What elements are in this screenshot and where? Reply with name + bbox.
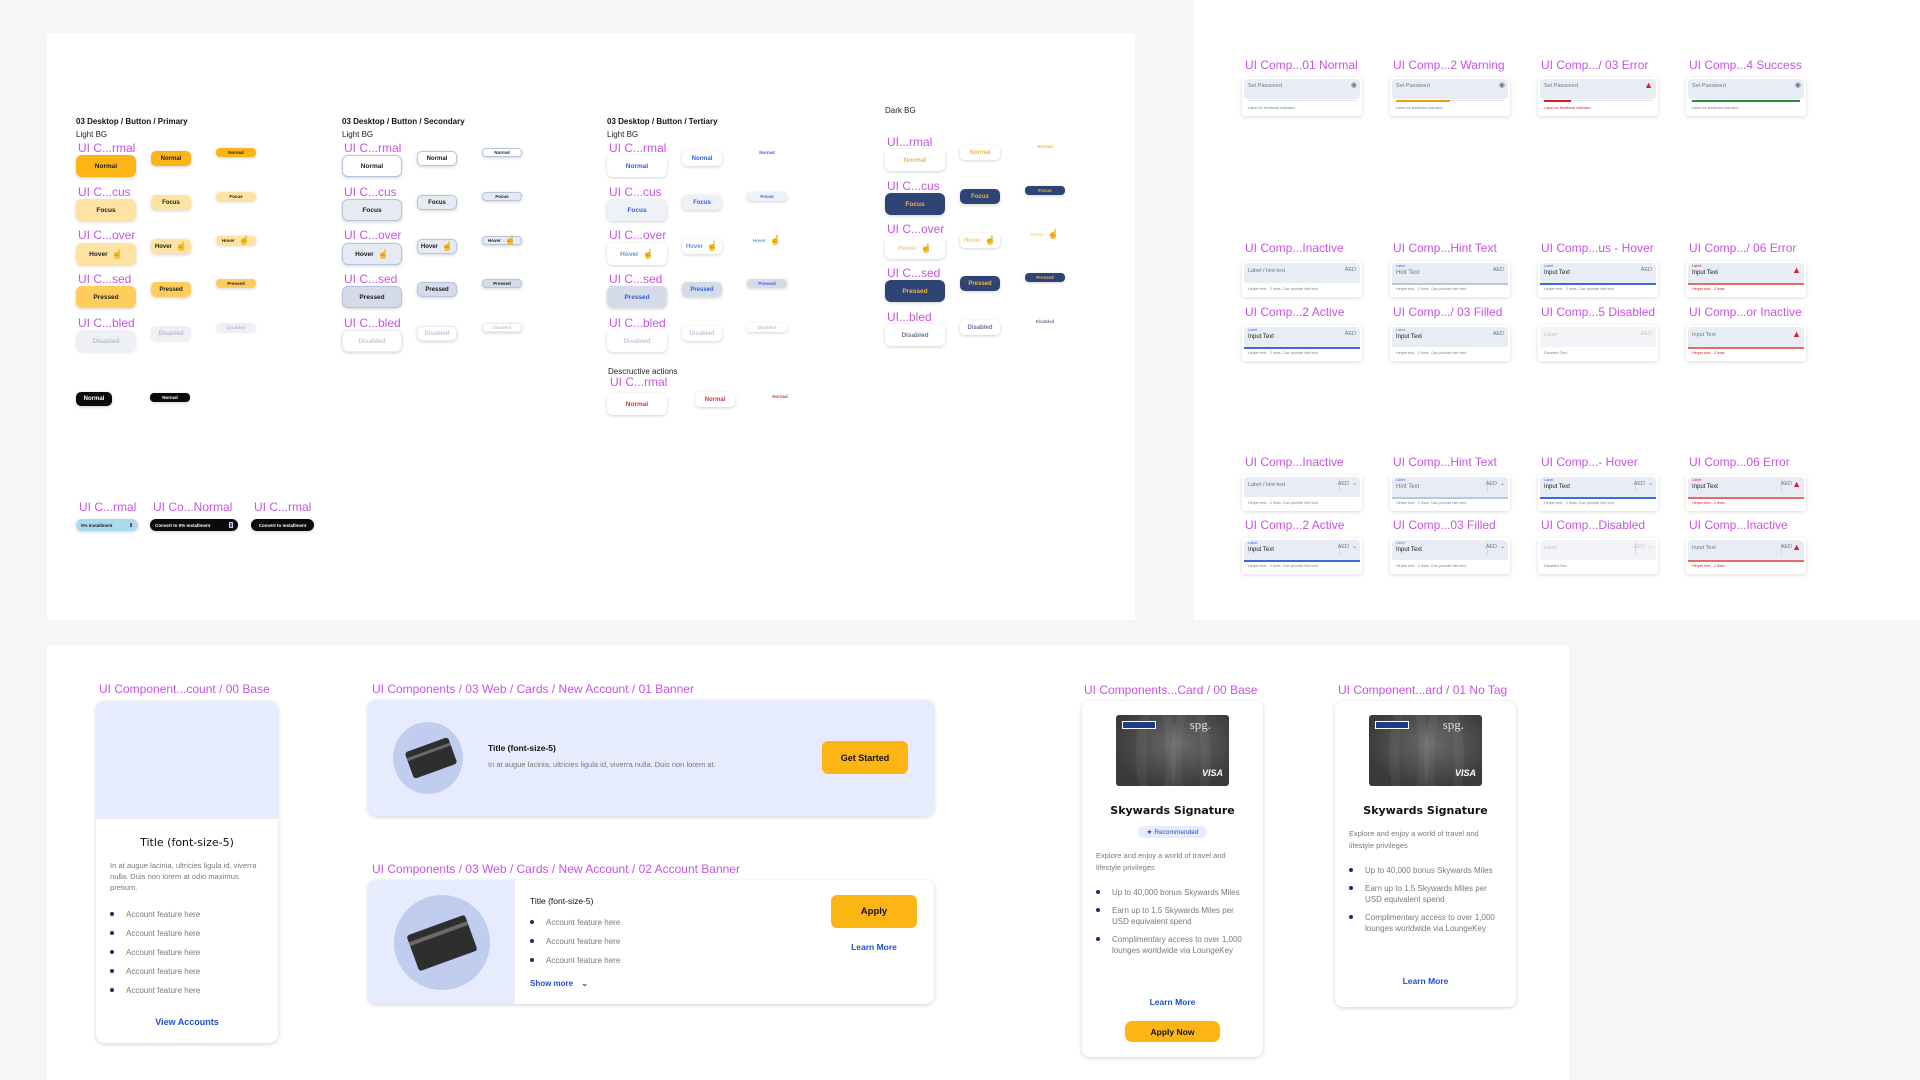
credit-card-offer-no-tag: spg. VISA Skywards Signature Explore and… <box>1335 701 1516 1007</box>
recommended-badge: ★ Recommended <box>1138 826 1207 838</box>
feature-item: Account feature here <box>110 928 270 939</box>
card-description: Explore and enjoy a world of travel and … <box>1349 829 1479 850</box>
show-more-link[interactable]: Show more ⌄ <box>530 979 588 988</box>
chevron-down-icon: ⌄ <box>581 979 589 988</box>
banner-description: In at augue lacinia, ultricies ligula id… <box>488 760 716 769</box>
apply-now-button[interactable]: Apply Now <box>1125 1021 1220 1042</box>
credit-card-image: spg. VISA <box>1369 715 1482 786</box>
account-card: Title (font-size-5) In at augue lacinia,… <box>96 701 278 1043</box>
spg-logo: spg. <box>1442 717 1464 732</box>
feature-item: Earn up to 1.5 Skywards Miles per USD eq… <box>1349 883 1504 905</box>
visa-logo: VISA <box>1201 768 1223 778</box>
account-feature-list: Account feature here Account feature here… <box>110 909 270 1004</box>
card-illustration <box>393 722 463 794</box>
banner-title: Title (font-size-5) <box>488 743 556 753</box>
feature-item: Account feature here <box>530 917 730 928</box>
feature-item: Account feature here <box>110 966 270 977</box>
view-accounts-link[interactable]: View Accounts <box>96 1017 278 1027</box>
feature-item: Up to 40,000 bonus Skywards Miles <box>1349 865 1504 876</box>
feature-item: Complimentary access to over 1,000 loung… <box>1349 912 1504 934</box>
feature-item: Account feature here <box>530 955 730 966</box>
credit-card-icon <box>406 914 478 972</box>
feature-item: Earn up to 1.5 Skywards Miles per USD eq… <box>1096 905 1251 927</box>
card-description: Explore and enjoy a world of travel and … <box>1096 851 1226 872</box>
feature-item: Account feature here <box>110 909 270 920</box>
account-card-description: In at augue lacinia, ultricies ligula id… <box>110 861 257 892</box>
credit-card-icon <box>404 736 458 780</box>
star-icon: ★ <box>1146 829 1153 836</box>
learn-more-link[interactable]: Learn More <box>1082 997 1263 1007</box>
feature-item: Account feature here <box>530 936 730 947</box>
layer-label: UI Component...count / 00 Base <box>99 682 270 696</box>
credit-card-offer: spg. VISA Skywards Signature ★ Recommende… <box>1082 701 1263 1057</box>
card-feature-list: Up to 40,000 bonus Skywards Miles Earn up… <box>1349 865 1504 941</box>
spg-logo: spg. <box>1189 717 1211 732</box>
feature-item: Complimentary access to over 1,000 loung… <box>1096 934 1251 956</box>
account-banner: Title (font-size-5) Account feature here… <box>368 880 934 1004</box>
feature-item: Account feature here <box>110 985 270 996</box>
layer-label: UI Components / 03 Web / Cards / New Acc… <box>372 862 740 876</box>
layer-label: UI Components / 03 Web / Cards / New Acc… <box>372 682 694 696</box>
show-more-label: Show more <box>530 979 574 988</box>
feature-item: Up to 40,000 bonus Skywards Miles <box>1096 887 1251 898</box>
layer-label: UI Component...ard / 01 No Tag <box>1338 683 1508 697</box>
bank-logo <box>1122 721 1156 729</box>
account-card-title: Title (font-size-5) <box>140 836 234 849</box>
learn-more-link[interactable]: Learn More <box>1335 976 1516 986</box>
get-started-button[interactable]: Get Started <box>822 741 908 774</box>
cards-frame: UI Component...count / 00 Base Title (fo… <box>47 646 1569 1080</box>
card-title: Skywards Signature <box>1110 804 1235 817</box>
card-feature-list: Up to 40,000 bonus Skywards Miles Earn up… <box>1096 887 1251 963</box>
account-banner-illustration-area <box>368 880 515 1004</box>
credit-card-image: spg. VISA <box>1116 715 1229 786</box>
learn-more-link[interactable]: Learn More <box>831 942 917 952</box>
layer-label: UI Components...Card / 00 Base <box>1084 683 1258 697</box>
apply-button[interactable]: Apply <box>831 895 917 928</box>
recommended-label: Recommended <box>1154 828 1199 836</box>
visa-logo: VISA <box>1454 768 1476 778</box>
feature-item: Account feature here <box>110 947 270 958</box>
card-title: Skywards Signature <box>1363 804 1488 817</box>
bank-logo <box>1375 721 1409 729</box>
new-account-banner: Title (font-size-5) In at augue lacinia,… <box>368 700 934 816</box>
card-illustration <box>394 895 490 990</box>
account-card-image-area <box>96 701 278 819</box>
account-banner-title: Title (font-size-5) <box>530 896 594 906</box>
account-banner-feature-list: Account feature here Account feature here… <box>530 917 730 974</box>
